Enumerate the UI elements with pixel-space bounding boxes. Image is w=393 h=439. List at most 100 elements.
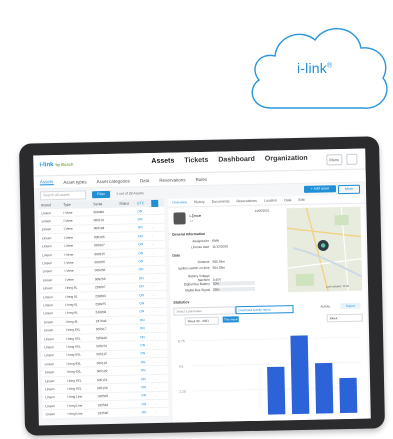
table-cell: ON (138, 267, 144, 272)
nav-organization[interactable]: Organization (265, 155, 308, 163)
tab-history[interactable]: History (194, 200, 205, 204)
table-cell: - (152, 242, 154, 247)
table-cell: - (153, 309, 155, 314)
tab-location[interactable]: Location (264, 198, 277, 202)
table-cell: 000215 (94, 251, 105, 256)
cloud-brand-text: i-link® (297, 60, 333, 76)
table-cell: ON (140, 376, 146, 381)
more-button[interactable]: More (337, 184, 361, 195)
table-cell: 505948 (96, 335, 107, 340)
table-cell: Linsen (42, 261, 52, 266)
user-icon[interactable] (346, 153, 358, 165)
column-settings-icon[interactable] (151, 199, 159, 207)
table-cell: 239975 (95, 301, 107, 307)
table-row[interactable]: Linsen i-Inng Line 192595 ON - (42, 408, 169, 420)
table-cell: 000086 (93, 209, 105, 214)
table-cell: i-Inng 6XL (66, 378, 82, 383)
table-cell: 000104 (93, 226, 105, 231)
chart-ytick-label: 4.5 (179, 365, 184, 369)
table-cell: - (151, 217, 153, 222)
table-cell: i-Vene (64, 252, 74, 257)
this-week-button[interactable]: This week (222, 316, 239, 323)
col-etc[interactable]: ETC (137, 201, 151, 205)
table-cell: i-Vene (64, 277, 74, 282)
asset-subtitle: A7 (189, 219, 194, 224)
table-cell: ON (141, 410, 147, 415)
col-status[interactable]: Status (119, 201, 137, 206)
tab-data[interactable]: Data (284, 198, 291, 202)
activity-chart: 6.75 4.5 2.25 (178, 335, 363, 415)
table-cell: ON (141, 385, 146, 390)
tab-overview[interactable]: Overview (172, 200, 187, 204)
table-cell: ON (138, 250, 144, 255)
table-cell: ON (139, 309, 145, 314)
table-cell: - (154, 351, 156, 356)
table-cell: ON (140, 343, 146, 348)
table-cell: - (151, 225, 153, 230)
table-cell: 000105 (93, 234, 105, 240)
table-cell: Linsen (43, 311, 53, 316)
table-cell: ON (140, 359, 146, 365)
asset-detail-panel: Overview History Documents Reservations … (168, 194, 369, 423)
chart-ytick-label: 6.75 (178, 339, 185, 343)
table-cell: i-Inng 6XL (66, 352, 81, 358)
table-cell: Linsen (41, 210, 51, 216)
table-cell: - (153, 292, 155, 297)
table-cell: - (152, 267, 154, 272)
asset-count: 1 out of 28 Assets (116, 191, 144, 196)
week-picker[interactable]: Week 30 - 2021 (184, 316, 219, 326)
search-input[interactable]: Search all assets (39, 189, 87, 200)
range-select[interactable]: Week (326, 313, 363, 323)
chart-bar-thu[interactable] (267, 366, 286, 415)
chart-bar-sun[interactable] (339, 377, 358, 414)
tab-edit[interactable]: Edit (298, 198, 304, 202)
chart-bar-fri[interactable] (290, 335, 310, 415)
subtab-assets[interactable]: Assets (39, 179, 54, 186)
table-cell: Linsen (42, 269, 53, 274)
table-cell: i-Inng 6XL (66, 361, 82, 366)
table-cell: i-Inng 6L (65, 294, 78, 299)
subtab-asset-types[interactable]: Asset types (63, 179, 86, 184)
table-cell: Linsen (45, 403, 55, 408)
table-cell: 247649 (95, 318, 107, 323)
table-cell: 192595 (97, 411, 109, 416)
tab-documents[interactable]: Documents (212, 199, 230, 203)
table-cell: ON (138, 276, 144, 281)
export-button[interactable]: Export (340, 302, 361, 310)
data-ignition: Ignition switch on time 604.58m (178, 265, 226, 271)
nav-assets[interactable]: Assets (151, 158, 174, 165)
table-cell: i-Vene (63, 227, 73, 232)
table-cell: ON (141, 401, 147, 406)
subtab-reservations[interactable]: Reservations (159, 177, 185, 183)
chart-bar-sat[interactable] (315, 362, 334, 414)
download-report-button[interactable]: Download activity report (235, 305, 294, 315)
user-menu-button[interactable]: Menu (326, 154, 343, 166)
subtab-asset-categories[interactable]: Asset categories (97, 178, 130, 184)
table-cell: Linsen (44, 370, 55, 375)
tab-reservations[interactable]: Reservations (236, 199, 257, 203)
table-cell: ON (141, 393, 147, 398)
table-cell: Linsen (43, 328, 54, 333)
location-pin-icon[interactable] (317, 239, 329, 253)
col-serial[interactable]: Serial (93, 202, 119, 206)
table-cell: i-Inng 6L (65, 319, 79, 324)
col-brand[interactable]: Brand (38, 203, 63, 208)
table-cell: - (155, 401, 157, 406)
location-map[interactable]: Last updated: 15:06 (286, 206, 363, 293)
subtab-rules[interactable]: Rules (196, 176, 208, 181)
nav-dashboard[interactable]: Dashboard (218, 156, 255, 164)
table-cell: 243208 (95, 310, 107, 315)
user-area: Menu (326, 153, 358, 166)
nav-tickets[interactable]: Tickets (184, 157, 208, 165)
subtab-data[interactable]: Data (140, 178, 150, 183)
table-cell: - (154, 368, 156, 373)
table-cell: - (152, 259, 154, 264)
parameter-select[interactable]: Select a parameter (173, 306, 236, 316)
table-cell: Linsen (45, 412, 56, 417)
table-cell: Linsen (43, 303, 53, 308)
general-info-heading: General Information (171, 231, 206, 237)
add-asset-button[interactable]: + Add asset (303, 185, 337, 193)
filter-button[interactable]: Filter (91, 190, 111, 198)
data-bus-signal: Digital Bus Signal 20% (176, 287, 256, 293)
col-type[interactable]: Type (63, 202, 93, 207)
